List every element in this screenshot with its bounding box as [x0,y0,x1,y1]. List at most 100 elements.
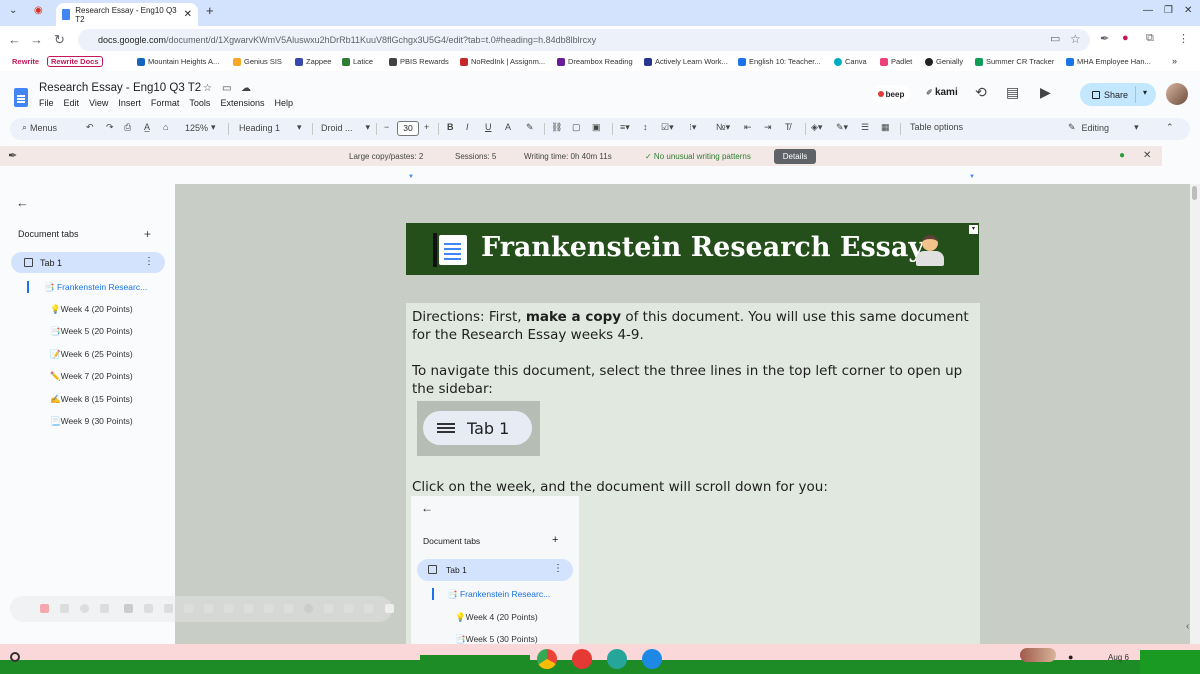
bookmark-padlet[interactable]: Padlet [880,57,912,66]
bookmark-mha-employee[interactable]: MHA Employee Han... [1066,57,1151,66]
scrollbar[interactable] [1190,184,1200,644]
back-icon[interactable]: ← [8,32,21,47]
extension-icon[interactable]: ● [1122,32,1129,44]
decrease-font-icon[interactable]: − [384,122,389,132]
details-button[interactable]: Details [774,149,816,164]
highlight-icon[interactable]: ✎ [526,122,534,133]
style-select[interactable]: Heading 1 ▾ [239,122,302,133]
spellcheck-icon[interactable]: A̲ [144,122,150,132]
bookmarks-overflow-icon[interactable]: » [1172,56,1177,66]
share-button[interactable]: Share ▾ [1080,83,1156,106]
document-title[interactable]: Research Essay - Eng10 Q3 T2 [39,82,201,94]
title-banner[interactable]: Frankenstein Research Essay ▾ [406,223,979,275]
bookmark-zappee[interactable]: Zappee [295,57,331,66]
fill-color-icon[interactable]: ◈▾ [811,122,822,133]
blur-icon[interactable] [244,604,253,613]
person-icon[interactable]: ● [1119,150,1125,161]
menu-tools[interactable]: Tools [189,98,210,108]
italic-icon[interactable]: I [466,122,469,132]
recording-icon[interactable]: ◉ [34,5,43,16]
status-dot-icon[interactable]: ● [1068,652,1073,662]
decrease-indent-icon[interactable]: ⇤ [744,122,752,133]
right-indent-marker-icon[interactable]: ▼ [969,174,975,180]
files-app-icon[interactable] [642,649,662,669]
scrollbar-thumb[interactable] [1192,186,1197,200]
highlighter-icon[interactable] [284,604,293,613]
emoji-icon[interactable] [304,604,313,613]
numbered-list-icon[interactable]: №▾ [716,122,730,133]
underline-icon[interactable]: U [485,122,492,132]
menu-format[interactable]: Format [151,98,180,108]
border-color-icon[interactable]: ✎▾ [836,122,848,133]
cast-icon[interactable]: ▭ [1050,32,1060,45]
bookmark-rewrite-docs[interactable]: Rewrite Docs [47,56,103,67]
launcher-search-icon[interactable] [10,652,20,662]
zoom-select[interactable]: 125% ▾ [185,122,216,133]
font-select[interactable]: Droid ... ▾ [321,122,370,133]
print-icon[interactable]: ⎙ [124,122,131,133]
click-highlight-icon[interactable] [344,604,353,613]
sidebar-item-week-5[interactable]: 📑Week 5 (20 Points) [50,326,133,337]
collapse-recorder-icon[interactable] [385,604,394,613]
bookmark-summer-cr-tracker[interactable]: Summer CR Tracker [975,57,1054,66]
record-app-icon[interactable] [572,649,592,669]
minimize-icon[interactable]: — [1143,5,1153,16]
star-icon[interactable]: ☆ [203,83,212,94]
redo-icon[interactable]: ↷ [106,122,114,133]
zoom-icon[interactable] [144,604,153,613]
chrome-app-icon[interactable] [537,649,557,669]
arrow-icon[interactable] [184,604,193,613]
text-color-icon[interactable]: A [505,122,511,132]
url-input[interactable]: docs.google.com/document/d/1XgwarvKWmV5A… [78,29,1090,51]
share-dropdown-icon[interactable]: ▾ [1143,88,1147,97]
close-tab-icon[interactable]: ✕ [184,9,192,20]
bookmark-genially[interactable]: Genially [925,57,963,66]
bookmark-pbis-rewards[interactable]: PBIS Rewards [389,57,449,66]
extensions-puzzle-icon[interactable]: ⧉ [1146,32,1154,45]
new-tab-icon[interactable]: + [206,3,214,18]
menu-file[interactable]: File [39,98,54,108]
bookmark-latice[interactable]: Latice [342,57,373,66]
sidebar-item-frankenstein[interactable]: 📑 Frankenstein Researc... [44,282,147,293]
checklist-icon[interactable]: ☑▾ [661,122,674,133]
font-size-input[interactable]: 30 [397,121,419,136]
delete-icon[interactable] [100,604,109,613]
left-indent-marker-icon[interactable]: ▼ [408,174,414,180]
table-options-button[interactable]: Table options [910,122,963,132]
increase-indent-icon[interactable]: ⇥ [764,122,772,133]
sidebar-tab-1[interactable]: Tab 1 ⋮ [11,252,165,273]
undo-icon[interactable]: ↶ [86,122,94,133]
line-spacing-icon[interactable]: ↕ [643,122,648,132]
bulleted-list-icon[interactable]: ⁝▾ [689,122,696,133]
avatar[interactable] [1166,83,1188,105]
sidebar-item-week-7[interactable]: ✏️Week 7 (20 Points) [50,371,133,382]
bookmark-dreambox[interactable]: Dreambox Reading [557,57,633,66]
add-comment-icon[interactable]: ▢ [572,122,581,133]
sidebar-item-week-6[interactable]: 📝Week 6 (25 Points) [50,349,133,360]
bookmark-rewrite[interactable]: Rewrite [12,57,39,66]
sidebar-item-week-9[interactable]: 📃Week 9 (30 Points) [50,416,133,427]
comments-icon[interactable]: ▤ [1006,84,1019,101]
bookmark-noredink[interactable]: NoRedInk | Assignm... [460,57,545,66]
beep-button[interactable]: beep [872,85,910,103]
restart-icon[interactable] [80,604,89,613]
clear-formatting-icon[interactable]: T̸ [785,122,791,132]
close-bar-icon[interactable]: ✕ [1143,150,1151,161]
menu-extensions[interactable]: Extensions [220,98,264,108]
paint-format-icon[interactable]: ⌂ [163,122,168,132]
table-layout-icon[interactable]: ▦ [881,122,890,133]
camera-icon[interactable] [364,604,373,613]
docs-logo-icon[interactable] [14,88,28,107]
eraser-icon[interactable] [324,604,333,613]
move-folder-icon[interactable]: ▭ [222,83,231,94]
close-sidebar-back-icon[interactable]: ← [16,195,29,210]
bookmark-canva[interactable]: Canva [834,57,867,66]
reload-icon[interactable]: ↻ [54,32,65,48]
bookmark-actively-learn[interactable]: Actively Learn Work... [644,57,728,66]
meet-video-icon[interactable]: ▶ [1040,84,1051,101]
menu-view[interactable]: View [89,98,108,108]
border-width-icon[interactable]: ☰ [861,122,869,133]
sidebar-item-week-8[interactable]: ✍️Week 8 (15 Points) [50,394,133,405]
menu-edit[interactable]: Edit [64,98,80,108]
more-options-icon[interactable]: ⋮ [144,256,154,267]
